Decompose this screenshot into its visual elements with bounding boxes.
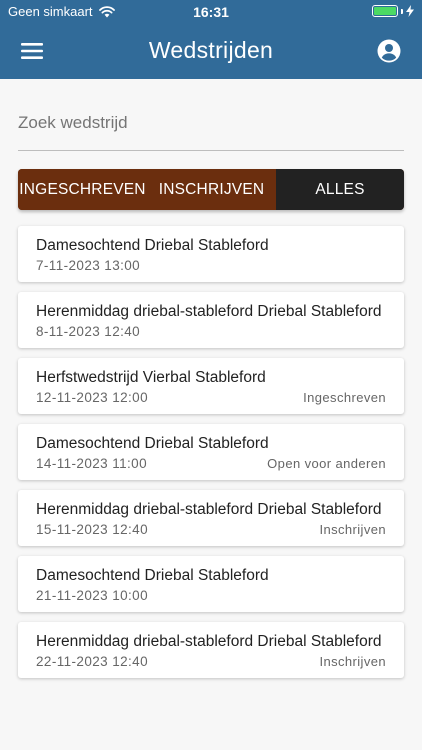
match-date: 15-11-2023 12:40: [36, 522, 148, 537]
tab-ingeschreven[interactable]: INGESCHREVEN: [18, 169, 147, 210]
match-meta: 15-11-2023 12:40 Inschrijven: [36, 522, 386, 537]
match-title: Damesochtend Driebal Stableford: [36, 435, 269, 452]
match-date: 7-11-2023 13:00: [36, 258, 141, 273]
battery-icon: [372, 5, 398, 17]
battery-cap: [401, 8, 403, 14]
charging-icon: [406, 5, 414, 17]
match-date: 12-11-2023 12:00: [36, 390, 148, 405]
match-title: Herenmiddag driebal-stableford Driebal S…: [36, 303, 382, 320]
status-time: 16:31: [193, 4, 229, 20]
match-meta: 12-11-2023 12:00 Ingeschreven: [36, 390, 386, 405]
app-bar: Wedstrijden: [0, 24, 422, 79]
account-button[interactable]: [377, 39, 401, 63]
tab-alles[interactable]: ALLES: [276, 169, 404, 210]
match-card[interactable]: Damesochtend Driebal Stableford 21-11-202…: [18, 556, 404, 612]
match-date: 22-11-2023 12:40: [36, 654, 148, 669]
match-meta: 8-11-2023 12:40: [36, 324, 386, 339]
match-meta: 14-11-2023 11:00 Open voor anderen: [36, 456, 386, 471]
match-status: Inschrijven: [319, 522, 386, 537]
page-title: Wedstrijden: [148, 37, 274, 63]
match-title: Herfstwedstrijd Vierbal Stableford: [36, 369, 266, 386]
status-bar: Geen simkaart 16:31: [0, 0, 422, 24]
match-card[interactable]: Herfstwedstrijd Vierbal Stableford 12-11-…: [18, 358, 404, 414]
match-status: Inschrijven: [319, 654, 386, 669]
match-title: Herenmiddag driebal-stableford Driebal S…: [36, 633, 382, 650]
match-list: Damesochtend Driebal Stableford 7-11-2023…: [18, 226, 404, 688]
match-date: 14-11-2023 11:00: [36, 456, 147, 471]
match-card[interactable]: Damesochtend Driebal Stableford 7-11-2023…: [18, 226, 404, 282]
header: Geen simkaart 16:31 Wedstrijden: [0, 0, 422, 79]
match-card[interactable]: Damesochtend Driebal Stableford 14-11-202…: [18, 424, 404, 480]
screen: Geen simkaart 16:31 Wedstrijden Zoek wed…: [0, 0, 422, 750]
match-title: Herenmiddag driebal-stableford Driebal S…: [36, 501, 382, 518]
match-meta: 22-11-2023 12:40 Inschrijven: [36, 654, 386, 669]
match-card[interactable]: Herenmiddag driebal-stableford Driebal S…: [18, 622, 404, 678]
match-title: Damesochtend Driebal Stableford: [36, 237, 269, 254]
search-input[interactable]: [18, 105, 404, 141]
match-title: Damesochtend Driebal Stableford: [36, 567, 269, 584]
match-date: 21-11-2023 10:00: [36, 588, 148, 603]
search-field: [18, 105, 404, 151]
match-status: Open voor anderen: [267, 456, 386, 471]
match-card[interactable]: Herenmiddag driebal-stableford Driebal S…: [18, 490, 404, 546]
match-status: Ingeschreven: [303, 390, 386, 405]
filter-tabs: INGESCHREVEN INSCHRIJVEN ALLES: [18, 169, 404, 210]
match-date: 8-11-2023 12:40: [36, 324, 141, 339]
status-right: [372, 5, 414, 17]
battery-level: [374, 7, 396, 15]
account-icon: [377, 39, 401, 63]
match-card[interactable]: Herenmiddag driebal-stableford Driebal S…: [18, 292, 404, 348]
match-meta: 7-11-2023 13:00: [36, 258, 386, 273]
match-meta: 21-11-2023 10:00: [36, 588, 386, 603]
tab-inschrijven[interactable]: INSCHRIJVEN: [147, 169, 276, 210]
